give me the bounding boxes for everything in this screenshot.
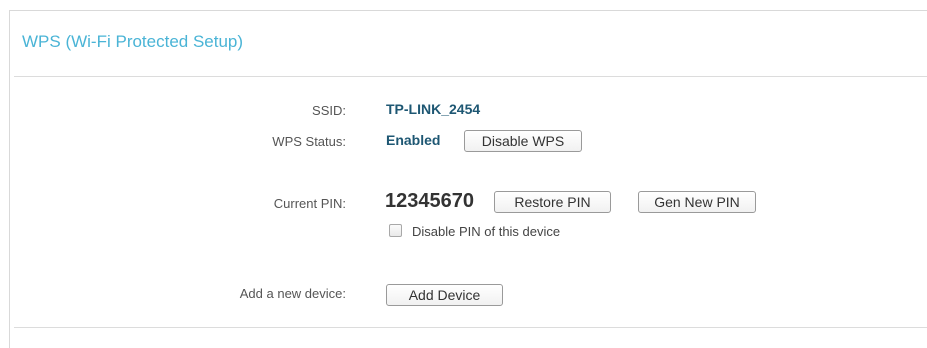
title-divider bbox=[14, 76, 927, 77]
disable-pin-checkbox-label[interactable]: Disable PIN of this device bbox=[412, 224, 560, 239]
ssid-value: TP-LINK_2454 bbox=[386, 101, 481, 117]
disable-wps-button[interactable]: Disable WPS bbox=[464, 130, 582, 152]
gen-new-pin-button[interactable]: Gen New PIN bbox=[638, 191, 756, 213]
ssid-label: SSID: bbox=[312, 103, 346, 118]
section-title: WPS (Wi-Fi Protected Setup) bbox=[22, 32, 244, 51]
wps-status-label: WPS Status: bbox=[272, 134, 346, 149]
wps-status-value: Enabled bbox=[386, 132, 441, 148]
current-pin-label: Current PIN: bbox=[273, 196, 346, 211]
current-pin-value: 12345670 bbox=[385, 190, 474, 212]
add-device-label: Add a new device: bbox=[239, 286, 346, 301]
bottom-divider bbox=[14, 327, 927, 328]
restore-pin-button[interactable]: Restore PIN bbox=[494, 191, 611, 213]
add-device-button[interactable]: Add Device bbox=[386, 284, 503, 306]
disable-pin-checkbox[interactable] bbox=[389, 224, 402, 237]
